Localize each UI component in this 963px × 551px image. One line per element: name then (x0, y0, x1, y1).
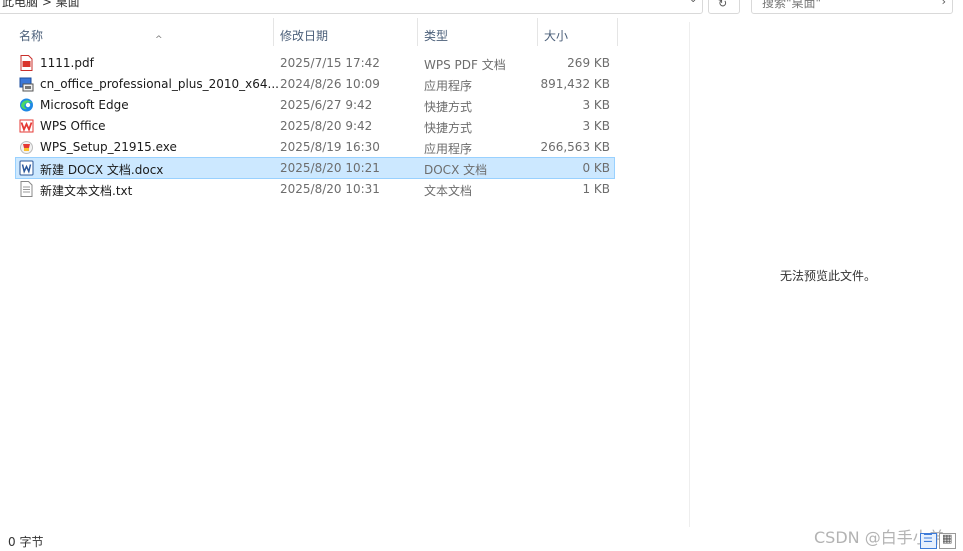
search-placeholder: 搜索"桌面" (762, 0, 822, 10)
address-bar[interactable] (0, 0, 703, 14)
column-header-type[interactable]: 类型 (418, 22, 537, 46)
address-path[interactable]: 此电脑 > 桌面 (2, 0, 80, 10)
text-file-icon (20, 181, 33, 197)
table-row[interactable]: 1111.pdf 2025/7/15 17:42 WPS PDF 文档 269 … (16, 53, 614, 73)
table-row[interactable]: WPS_Setup_21915.exe 2025/8/19 16:30 应用程序… (16, 137, 614, 157)
wps-office-icon (19, 119, 34, 133)
edge-icon (20, 98, 33, 112)
refresh-icon: ↻ (718, 0, 728, 10)
status-item-count: 0 字节 (8, 535, 44, 549)
column-header-name[interactable]: 名称 ^ (16, 22, 273, 46)
column-divider[interactable] (617, 18, 618, 46)
table-row[interactable]: cn_office_professional_plus_2010_x64... … (16, 74, 614, 94)
view-toggle: ☰ ▦ (918, 531, 958, 549)
column-header-size[interactable]: 大小 (538, 22, 617, 46)
details-view-button[interactable]: ☰ (920, 532, 937, 549)
address-dropdown-icon[interactable]: ⌄ (689, 0, 697, 5)
search-icon[interactable]: › (942, 0, 946, 8)
large-icons-view-button[interactable]: ▦ (939, 532, 956, 549)
sort-ascending-icon: ^ (155, 35, 163, 45)
table-row[interactable]: WPS Office 2025/8/20 9:42 快捷方式 3 KB (16, 116, 614, 136)
search-input[interactable]: 搜索"桌面" › (751, 0, 953, 14)
large-icons-view-icon: ▦ (942, 532, 953, 545)
preview-pane-divider[interactable] (689, 22, 690, 527)
details-view-icon: ☰ (923, 532, 933, 545)
word-docx-icon (19, 160, 34, 176)
preview-message: 无法预览此文件。 (780, 269, 877, 283)
table-row[interactable]: 新建文本文档.txt 2025/8/20 10:31 文本文档 1 KB (16, 179, 614, 199)
wps-setup-icon (20, 141, 33, 154)
column-header-date[interactable]: 修改日期 (274, 22, 417, 46)
refresh-button[interactable]: ↻ (708, 0, 740, 14)
installer-icon (19, 77, 34, 92)
pdf-file-icon (20, 55, 33, 71)
table-row-selected[interactable]: 新建 DOCX 文档.docx 2025/8/20 10:21 DOCX 文档 … (15, 157, 615, 179)
address-toolbar: 此电脑 > 桌面 ⌄ ↻ 搜索"桌面" › (0, 0, 963, 14)
table-row[interactable]: Microsoft Edge 2025/6/27 9:42 快捷方式 3 KB (16, 95, 614, 115)
